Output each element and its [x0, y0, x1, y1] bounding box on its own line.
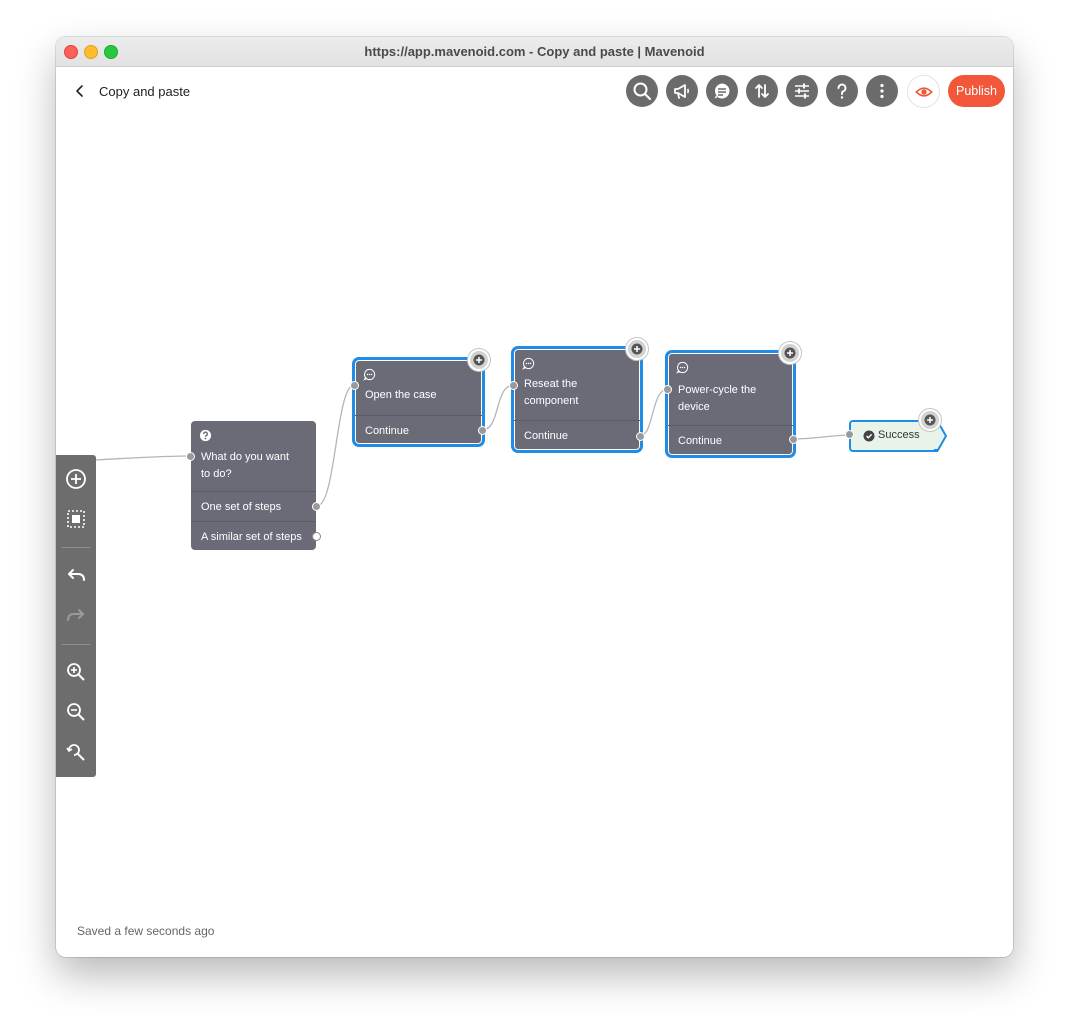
check-circle-icon: [863, 430, 875, 442]
zoom-in-button[interactable]: [64, 660, 88, 684]
step-node-open-case[interactable]: Open the case Continue: [350, 349, 490, 447]
redo-button[interactable]: [64, 604, 88, 628]
select-area-button[interactable]: [64, 507, 88, 531]
eye-icon: [914, 86, 933, 97]
undo-icon: [68, 569, 85, 581]
add-circle-icon: [784, 347, 796, 359]
add-circle-icon: [924, 414, 936, 426]
node-title: What do you want to do?: [201, 451, 290, 480]
add-node-badge[interactable]: [779, 342, 801, 364]
announcement-button[interactable]: [666, 75, 698, 107]
step-node-power-cycle[interactable]: Power-cycle the device Continue: [663, 342, 801, 458]
success-label: Success: [878, 429, 920, 441]
toolbar-divider: [62, 644, 90, 645]
search-icon: [633, 82, 652, 101]
up-down-arrows-icon: [755, 84, 769, 98]
close-window-button[interactable]: [64, 45, 78, 59]
undo-button[interactable]: [64, 564, 88, 588]
zoom-window-button[interactable]: [104, 45, 118, 59]
node-title: Reseat the component: [524, 378, 579, 407]
add-node-badge[interactable]: [626, 338, 648, 360]
flow-canvas[interactable]: What do you want to do? One set of steps…: [56, 117, 1013, 957]
selection-box-icon: [67, 510, 85, 528]
node-option-one-set[interactable]: One set of steps: [191, 491, 316, 521]
input-port[interactable]: [663, 385, 672, 394]
import-export-button[interactable]: [746, 75, 778, 107]
node-option-continue[interactable]: Continue: [514, 420, 640, 450]
input-port[interactable]: [350, 381, 359, 390]
link-step1-to-step2: [481, 384, 515, 431]
add-node-badge[interactable]: [919, 409, 941, 431]
output-port-unconnected[interactable]: [312, 532, 321, 541]
node-option-continue[interactable]: Continue: [355, 415, 482, 445]
step-node-reseat-component[interactable]: Reseat the component Continue: [509, 338, 648, 453]
output-port[interactable]: [312, 502, 321, 511]
chat-bubble-icon: [714, 83, 730, 99]
search-button[interactable]: [626, 75, 658, 107]
input-port[interactable]: [845, 430, 854, 439]
add-node-button[interactable]: [64, 467, 88, 491]
back-chevron-icon[interactable]: [72, 83, 88, 99]
node-option-continue[interactable]: Continue: [668, 425, 793, 455]
toolbar-divider: [62, 547, 90, 548]
output-port[interactable]: [478, 426, 487, 435]
chat-button[interactable]: [706, 75, 738, 107]
more-button[interactable]: [866, 75, 898, 107]
node-option-similar-set[interactable]: A similar set of steps: [191, 521, 316, 551]
reset-zoom-button[interactable]: [64, 740, 88, 764]
settings-button[interactable]: [786, 75, 818, 107]
canvas-tools: [56, 455, 96, 777]
output-port[interactable]: [789, 435, 798, 444]
chat-bubble-icon: [676, 361, 689, 374]
preview-button[interactable]: [907, 75, 940, 108]
help-button[interactable]: [826, 75, 858, 107]
saved-status: Saved a few seconds ago: [77, 924, 215, 938]
add-circle-icon: [473, 354, 485, 366]
input-port[interactable]: [509, 381, 518, 390]
node-title: Power-cycle the device: [678, 384, 757, 413]
zoom-out-icon: [67, 703, 85, 721]
input-port[interactable]: [186, 452, 195, 461]
add-circle-icon: [631, 343, 643, 355]
link-step2-to-step3: [639, 388, 669, 437]
chat-bubble-icon: [522, 357, 535, 370]
add-circle-icon: [66, 469, 86, 489]
zoom-in-icon: [67, 663, 85, 681]
link-question-to-step1: [316, 384, 355, 507]
chat-bubble-icon: [363, 368, 376, 381]
publish-button[interactable]: Publish: [948, 75, 1005, 107]
success-node[interactable]: Success: [845, 409, 948, 452]
sliders-icon: [795, 83, 809, 99]
redo-icon: [67, 609, 84, 621]
minimize-window-button[interactable]: [84, 45, 98, 59]
output-port[interactable]: [636, 432, 645, 441]
browser-window: https://app.mavenoid.com - Copy and past…: [56, 37, 1013, 957]
page-title: Copy and paste: [99, 84, 191, 99]
question-node[interactable]: What do you want to do? One set of steps…: [186, 421, 321, 551]
question-icon: [199, 429, 212, 442]
zoom-out-button[interactable]: [64, 700, 88, 724]
add-node-badge[interactable]: [468, 349, 490, 371]
zoom-reset-icon: [66, 744, 85, 761]
question-icon: [837, 83, 847, 99]
node-title: Open the case: [365, 389, 437, 401]
vertical-dots-icon: [880, 83, 884, 99]
link-step3-to-success: [792, 434, 852, 440]
megaphone-icon: [674, 84, 690, 99]
window-title: https://app.mavenoid.com - Copy and past…: [364, 44, 705, 59]
window-titlebar: https://app.mavenoid.com - Copy and past…: [56, 37, 1013, 67]
link-entry-to-question: [95, 455, 192, 461]
